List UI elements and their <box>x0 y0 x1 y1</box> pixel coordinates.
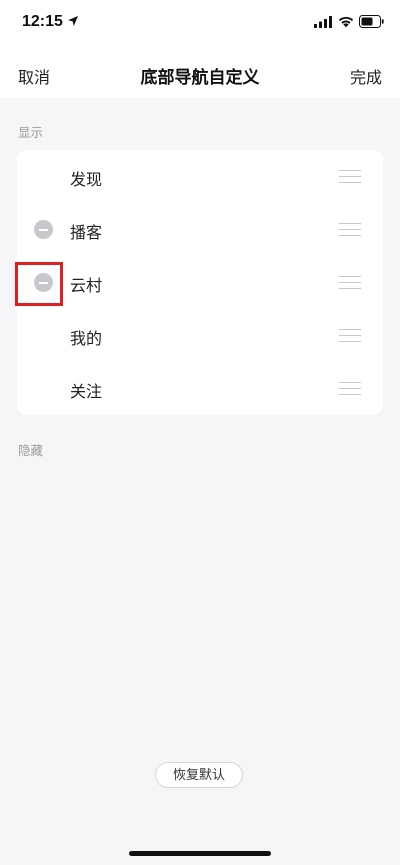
list-item-label: 关注 <box>70 384 103 401</box>
screen: 12:15 取消 底部导航自定义 完成 显示 发现 播客 云村 我的 关注 隐藏… <box>0 0 400 865</box>
drag-handle-icon[interactable] <box>339 329 361 343</box>
highlight-box <box>15 262 63 306</box>
list-item-cloud-village[interactable]: 云村 <box>17 256 383 309</box>
wifi-icon <box>338 16 354 28</box>
drag-handle-icon[interactable] <box>339 276 361 290</box>
section-label-hidden: 隐藏 <box>18 444 44 458</box>
list-item-label: 我的 <box>70 331 103 348</box>
list-item-label: 播客 <box>70 225 103 242</box>
drag-handle-icon[interactable] <box>339 170 361 184</box>
drag-handle-icon[interactable] <box>339 382 361 396</box>
done-button[interactable]: 完成 <box>350 64 382 88</box>
list-item-discover[interactable]: 发现 <box>17 150 383 203</box>
reset-default-button[interactable]: 恢复默认 <box>155 762 243 788</box>
remove-minus-icon[interactable] <box>34 220 53 239</box>
section-label-shown: 显示 <box>18 126 44 140</box>
cellular-signal-icon <box>314 16 332 28</box>
list-item-label: 发现 <box>70 172 103 189</box>
home-indicator <box>129 851 271 856</box>
nav-bar: 取消 底部导航自定义 完成 <box>0 46 400 98</box>
status-bar: 12:15 <box>0 0 400 46</box>
list-item-mine[interactable]: 我的 <box>17 309 383 362</box>
shown-items-list: 发现 播客 云村 我的 关注 <box>17 150 383 415</box>
list-item-label: 云村 <box>70 278 103 295</box>
status-time: 12:15 <box>22 13 63 30</box>
battery-icon <box>359 15 384 28</box>
drag-handle-icon[interactable] <box>339 223 361 237</box>
page-title: 底部导航自定义 <box>140 68 260 87</box>
location-arrow-icon <box>68 16 78 26</box>
list-item-podcast[interactable]: 播客 <box>17 203 383 256</box>
list-item-follow[interactable]: 关注 <box>17 362 383 415</box>
